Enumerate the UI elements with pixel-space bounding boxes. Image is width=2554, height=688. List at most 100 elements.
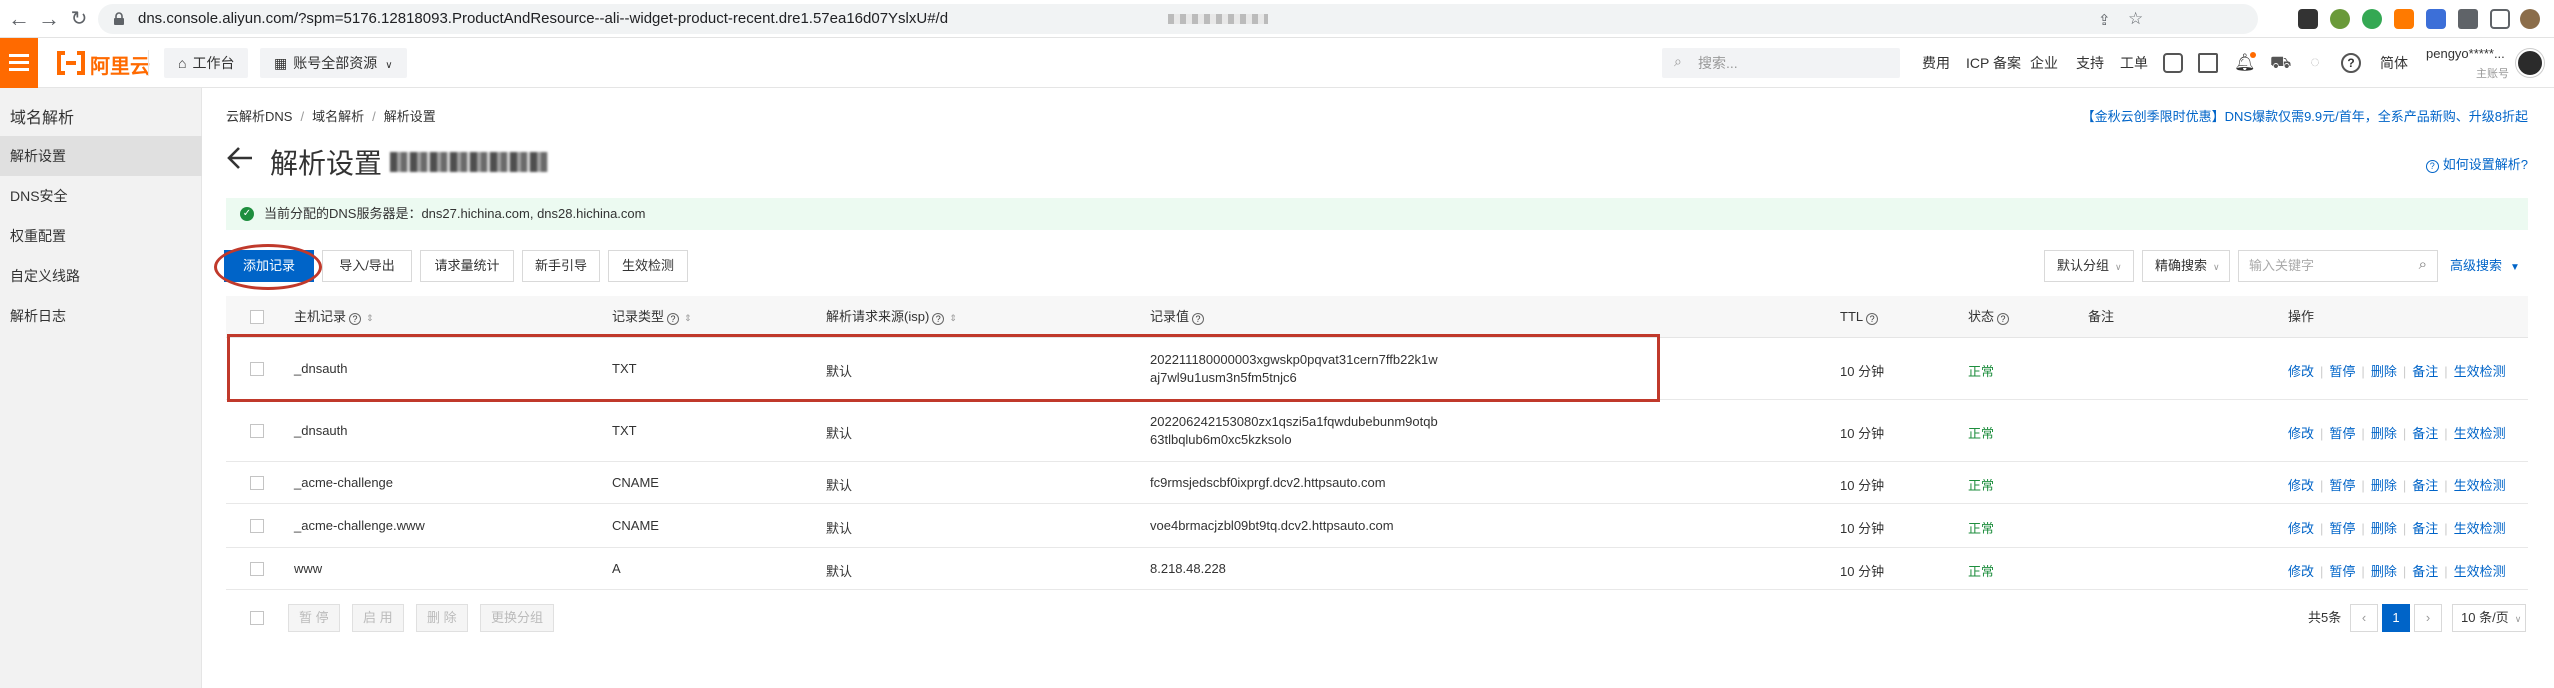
back-arrow-icon[interactable] — [226, 144, 254, 172]
pause-link[interactable]: 暂停 — [2329, 521, 2355, 536]
menu-icon[interactable] — [0, 38, 38, 88]
col-isp[interactable]: 解析请求来源(isp)? ⇕ — [826, 296, 957, 339]
remark-link[interactable]: 备注 — [2412, 564, 2438, 579]
edit-link[interactable]: 修改 — [2288, 364, 2314, 379]
delete-link[interactable]: 删除 — [2371, 564, 2397, 579]
link-fees[interactable]: 费用 — [1922, 38, 1950, 88]
user-avatar[interactable] — [2516, 49, 2544, 77]
delete-link[interactable]: 删除 — [2371, 521, 2397, 536]
col-ttl: TTL? — [1840, 296, 1879, 338]
page-size-select[interactable]: 10 条/页 ∨ — [2452, 604, 2526, 632]
search-type-select[interactable]: 精确搜索 ∨ — [2142, 250, 2230, 282]
link-enterprise[interactable]: 企业 — [2030, 38, 2058, 88]
edit-link[interactable]: 修改 — [2288, 478, 2314, 493]
account-resources-button[interactable]: ▦ 账号全部资源 ∨ — [260, 48, 407, 78]
link-support[interactable]: 支持 — [2076, 38, 2104, 88]
select-all-checkbox[interactable] — [250, 310, 264, 324]
pause-link[interactable]: 暂停 — [2329, 564, 2355, 579]
page-1-button[interactable]: 1 — [2382, 604, 2410, 632]
import-export-button[interactable]: 导入/导出 — [322, 250, 412, 282]
edit-link[interactable]: 修改 — [2288, 564, 2314, 579]
edit-link[interactable]: 修改 — [2288, 426, 2314, 441]
help-link[interactable]: ? 如何设置解析? — [2425, 154, 2528, 173]
global-search-input[interactable]: ⌕ 搜索... — [1662, 48, 1900, 78]
promo-link[interactable]: 【金秋云创季限时优惠】DNS爆款仅需9.9元/首年，全系产品新购、升级8折起 — [2082, 106, 2528, 125]
workbench-button[interactable]: ⌂ 工作台 — [164, 48, 249, 78]
check-link[interactable]: 生效检测 — [2454, 426, 2506, 441]
check-link[interactable]: 生效检测 — [2454, 478, 2506, 493]
col-type[interactable]: 记录类型? ⇕ — [612, 296, 692, 339]
sidebar-item-resolve-settings[interactable]: 解析设置 — [0, 136, 202, 176]
code-icon[interactable] — [2163, 53, 2183, 73]
check-link[interactable]: 生效检测 — [2454, 364, 2506, 379]
green-extension-icon[interactable] — [2362, 9, 2382, 29]
next-page-button[interactable]: › — [2414, 604, 2442, 632]
check-button[interactable]: 生效检测 — [608, 250, 688, 282]
row-checkbox[interactable] — [250, 424, 264, 438]
delete-link[interactable]: 删除 — [2371, 426, 2397, 441]
breadcrumb-domain[interactable]: 域名解析 — [312, 109, 364, 124]
qr-extension-icon[interactable] — [2298, 9, 2318, 29]
footer-select-all-checkbox[interactable] — [250, 611, 264, 625]
batch-delete-button[interactable]: 删 除 — [416, 604, 468, 632]
group-select[interactable]: 默认分组 ∨ — [2044, 250, 2134, 282]
user-name[interactable]: pengyo*****... — [2426, 46, 2505, 61]
breadcrumb-dns[interactable]: 云解析DNS — [226, 109, 292, 124]
search-icon[interactable]: ⌕ — [2419, 256, 2427, 273]
row-actions: 修改 | 暂停 | 删除 | 备注 | 生效检测 — [2288, 478, 2506, 493]
cell-type: TXT — [612, 423, 637, 438]
delete-link[interactable]: 删除 — [2371, 478, 2397, 493]
message-icon[interactable] — [2198, 53, 2218, 73]
keyword-search-input[interactable]: 输入关键字 ⌕ — [2238, 250, 2438, 282]
batch-change-group-button[interactable]: 更换分组 — [480, 604, 555, 632]
prev-page-button[interactable]: ‹ — [2350, 604, 2378, 632]
col-host[interactable]: 主机记录? ⇕ — [294, 296, 374, 339]
profile-avatar-icon[interactable] — [2520, 9, 2540, 29]
row-checkbox[interactable] — [250, 362, 264, 376]
check-link[interactable]: 生效检测 — [2454, 564, 2506, 579]
forward-nav-icon[interactable]: → — [34, 4, 64, 34]
advanced-search-toggle[interactable]: 高级搜索 ▼ — [2450, 250, 2520, 284]
blue-extension-icon[interactable] — [2426, 9, 2446, 29]
side-panel-icon[interactable] — [2490, 9, 2510, 29]
back-nav-icon[interactable]: ← — [4, 4, 34, 34]
lightbulb-icon[interactable]: ◌ — [2305, 53, 2325, 73]
share-icon[interactable]: ⇪ — [2098, 11, 2111, 29]
notice-text: 当前分配的DNS服务器是：dns27.hichina.com, dns28.hi… — [264, 206, 646, 221]
puzzle-extensions-icon[interactable] — [2458, 9, 2478, 29]
orange-extension-icon[interactable] — [2394, 9, 2414, 29]
row-checkbox[interactable] — [250, 562, 264, 576]
remark-link[interactable]: 备注 — [2412, 364, 2438, 379]
guide-button[interactable]: 新手引导 — [522, 250, 600, 282]
edit-link[interactable]: 修改 — [2288, 521, 2314, 536]
sidebar-item-weight-config[interactable]: 权重配置 — [0, 216, 202, 256]
question-icon: ? — [349, 313, 362, 325]
pause-link[interactable]: 暂停 — [2329, 426, 2355, 441]
batch-enable-button[interactable]: 启 用 — [352, 604, 404, 632]
chevron-down-icon: ∨ — [2115, 262, 2122, 272]
sidebar-item-resolve-log[interactable]: 解析日志 — [0, 296, 202, 336]
cart-icon[interactable]: ⛟ — [2270, 53, 2291, 73]
row-checkbox[interactable] — [250, 519, 264, 533]
check-link[interactable]: 生效检测 — [2454, 521, 2506, 536]
link-icp[interactable]: ICP 备案 — [1966, 38, 2021, 88]
add-record-button[interactable]: 添加记录 — [224, 250, 314, 282]
request-stats-button[interactable]: 请求量统计 — [420, 250, 514, 282]
address-bar[interactable]: dns.console.aliyun.com/?spm=5176.1281809… — [98, 4, 2258, 34]
pause-link[interactable]: 暂停 — [2329, 478, 2355, 493]
help-icon[interactable]: ? — [2341, 53, 2361, 73]
delete-link[interactable]: 删除 — [2371, 364, 2397, 379]
row-checkbox[interactable] — [250, 476, 264, 490]
reload-icon[interactable]: ↻ — [64, 4, 94, 34]
bookmark-star-icon[interactable]: ☆ — [2128, 9, 2143, 29]
language-switch[interactable]: 简体 — [2380, 38, 2408, 88]
sidebar-item-dns-security[interactable]: DNS安全 — [0, 176, 202, 216]
sidebar-item-custom-line[interactable]: 自定义线路 — [0, 256, 202, 296]
batch-pause-button[interactable]: 暂 停 — [288, 604, 340, 632]
remark-link[interactable]: 备注 — [2412, 426, 2438, 441]
link-ticket[interactable]: 工单 — [2120, 38, 2148, 88]
remark-link[interactable]: 备注 — [2412, 478, 2438, 493]
pause-link[interactable]: 暂停 — [2329, 364, 2355, 379]
remark-link[interactable]: 备注 — [2412, 521, 2438, 536]
recycle-extension-icon[interactable] — [2330, 9, 2350, 29]
